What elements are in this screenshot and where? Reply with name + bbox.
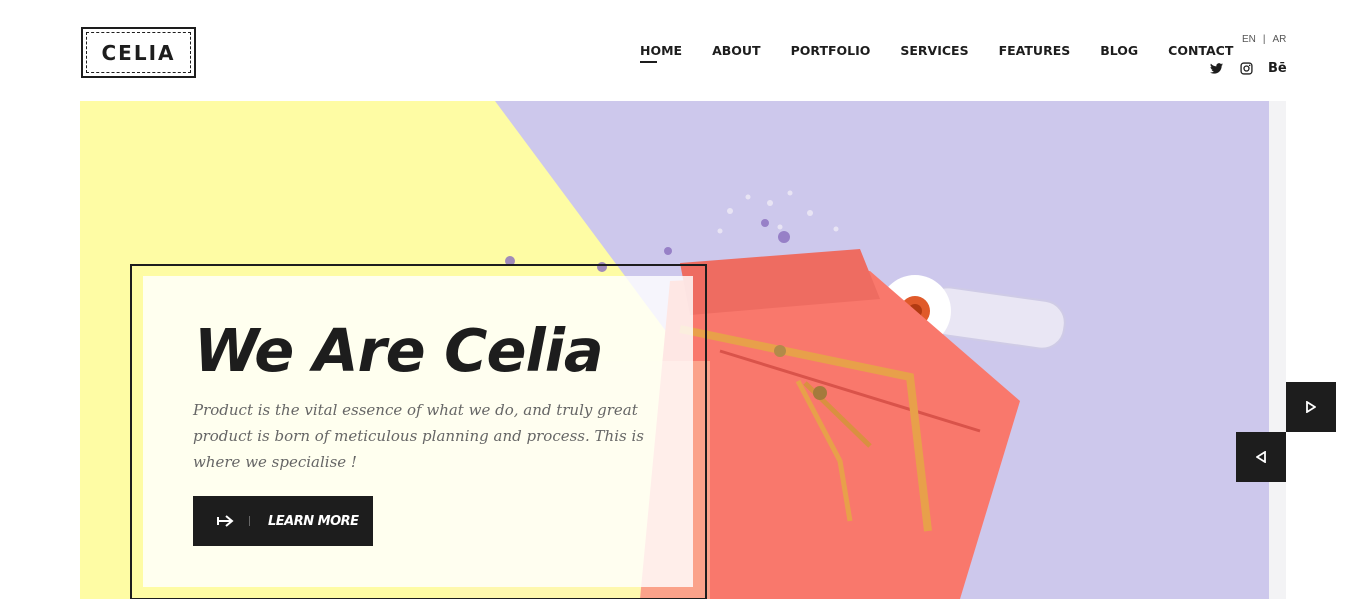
main-nav: HOME ABOUT PORTFOLIO SERVICES FEATURES B… bbox=[640, 43, 1233, 63]
hero-title: We Are Celia bbox=[194, 316, 604, 385]
logo[interactable]: CELIA bbox=[81, 27, 196, 78]
nav-item-portfolio[interactable]: PORTFOLIO bbox=[791, 43, 871, 63]
lang-separator: | bbox=[1262, 34, 1266, 45]
button-divider bbox=[249, 516, 250, 526]
instagram-icon[interactable] bbox=[1238, 60, 1254, 76]
social-links: Bē bbox=[1208, 60, 1287, 76]
arrow-right-icon bbox=[217, 515, 235, 527]
learn-more-button[interactable]: LEARN MORE bbox=[193, 496, 373, 546]
lang-ar[interactable]: AR bbox=[1273, 34, 1287, 45]
play-left-icon bbox=[1256, 451, 1266, 463]
nav-item-about[interactable]: ABOUT bbox=[712, 43, 761, 63]
hero-description: Product is the vital essence of what we … bbox=[193, 401, 644, 471]
hero-edge bbox=[1269, 101, 1286, 599]
slider-prev-button[interactable] bbox=[1236, 432, 1286, 482]
nav-item-features[interactable]: FEATURES bbox=[999, 43, 1071, 63]
twitter-icon[interactable] bbox=[1208, 60, 1224, 76]
nav-item-blog[interactable]: BLOG bbox=[1100, 43, 1138, 63]
learn-more-label: LEARN MORE bbox=[268, 513, 359, 529]
slider-next-button[interactable] bbox=[1286, 382, 1336, 432]
language-switcher: EN | AR bbox=[1242, 34, 1286, 45]
nav-item-home[interactable]: HOME bbox=[640, 43, 682, 63]
lang-en[interactable]: EN bbox=[1242, 34, 1256, 45]
play-right-icon bbox=[1306, 401, 1316, 413]
nav-item-services[interactable]: SERVICES bbox=[900, 43, 968, 63]
behance-icon[interactable]: Bē bbox=[1268, 60, 1287, 76]
logo-text: CELIA bbox=[101, 41, 176, 65]
